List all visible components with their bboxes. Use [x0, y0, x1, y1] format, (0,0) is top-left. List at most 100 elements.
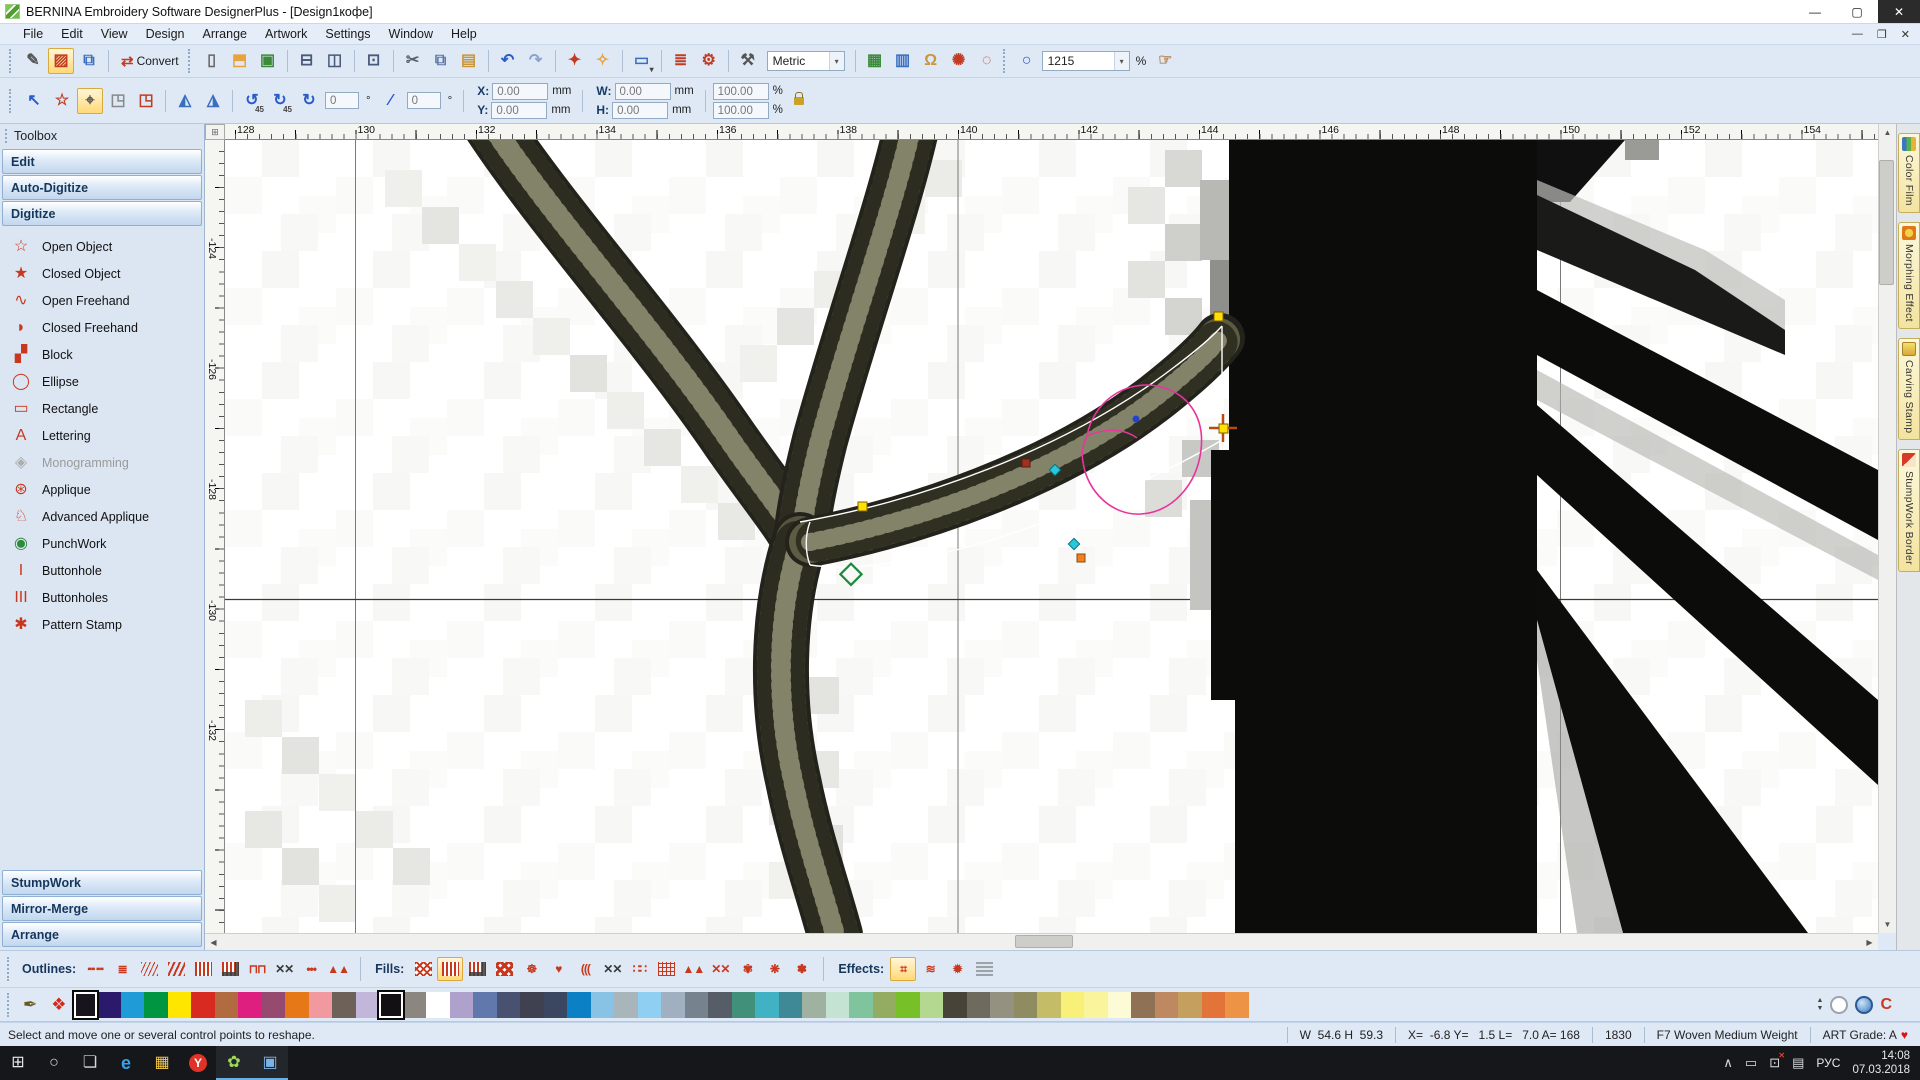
menu-item[interactable]: View	[92, 25, 137, 43]
color-swatch[interactable]	[1202, 992, 1226, 1018]
menu-item[interactable]: Arrange	[194, 25, 256, 43]
color-swatch[interactable]	[732, 992, 756, 1018]
picture-icon[interactable]: ▦	[862, 48, 888, 74]
toolbox-section-header[interactable]: Digitize	[2, 201, 202, 226]
color-swatch[interactable]	[497, 992, 521, 1018]
design-properties-icon[interactable]: ≣	[668, 48, 694, 74]
fill-ripple-icon[interactable]: ☸	[518, 957, 544, 981]
outline-single-icon[interactable]: ╍ ╍	[82, 957, 108, 981]
mdi-close-button[interactable]: ✕	[1901, 28, 1910, 41]
zoom-level-dropdown[interactable]: 1215 ▾	[1042, 51, 1130, 71]
toolbox-tool[interactable]: ▭ Rectangle	[0, 395, 204, 422]
language-indicator[interactable]: РУС	[1816, 1056, 1840, 1070]
toolbox-section-header[interactable]: StumpWork	[2, 870, 202, 895]
menu-item[interactable]: Window	[380, 25, 442, 43]
color-swatch[interactable]	[567, 992, 591, 1018]
paste-icon[interactable]: ▤	[456, 48, 482, 74]
color-swatch[interactable]	[1131, 992, 1155, 1018]
toolbox-section-header[interactable]: Edit	[2, 149, 202, 174]
paint-bucket-icon[interactable]: ❖	[51, 995, 66, 1015]
panel-tab[interactable]: StumpWork Border	[1898, 449, 1920, 572]
task-view-button[interactable]: ❏	[72, 1046, 108, 1080]
toolbar-grip[interactable]	[9, 89, 13, 113]
color-swatch[interactable]	[1037, 992, 1061, 1018]
maximize-button[interactable]: ▢	[1836, 0, 1878, 23]
new-icon[interactable]: ▯	[199, 48, 225, 74]
color-swatch[interactable]	[450, 992, 474, 1018]
fill-fancy-icon[interactable]	[491, 957, 517, 981]
fill-step-icon[interactable]	[410, 957, 436, 981]
tray-chevron-icon[interactable]: ∧	[1723, 1055, 1733, 1071]
color-swatch[interactable]	[1225, 992, 1249, 1018]
morphing-icon[interactable]: ✺	[946, 48, 972, 74]
skew-icon[interactable]: ∕	[378, 88, 404, 114]
reshape-icon[interactable]: ☆	[49, 88, 75, 114]
toolbox-tool[interactable]: ▞ Block	[0, 341, 204, 368]
color-swatch[interactable]	[1014, 992, 1038, 1018]
toolbox-tool[interactable]: ✱ Pattern Stamp	[0, 611, 204, 638]
toolbox-tool[interactable]: ☆ Open Object	[0, 233, 204, 260]
height-field[interactable]: 0.00	[612, 102, 668, 119]
rotate-cw-45-icon[interactable]: ↻45	[267, 88, 293, 114]
spinner-up-icon[interactable]: ▲	[1817, 997, 1824, 1005]
y-position-field[interactable]: 0.00	[491, 102, 547, 119]
fill-contour-icon[interactable]: (((	[572, 957, 598, 981]
outline-vine-icon[interactable]: ▲▲	[325, 957, 351, 981]
search-button[interactable]: ○	[36, 1046, 72, 1080]
scroll-up-icon[interactable]: ▲	[1879, 124, 1896, 141]
menu-item[interactable]: Edit	[52, 25, 92, 43]
toolbar-grip[interactable]	[7, 993, 11, 1017]
color-swatch[interactable]	[1108, 992, 1132, 1018]
design-overview-icon[interactable]: ⧉	[76, 48, 102, 74]
effect-wave-icon[interactable]: ≋	[917, 957, 943, 981]
toolbox-tool[interactable]: A Lettering	[0, 422, 204, 449]
outline-design-icon[interactable]: ◌	[974, 48, 1000, 74]
design-canvas[interactable]	[225, 140, 1878, 933]
copy-icon[interactable]: ⧉	[428, 48, 454, 74]
redo-icon[interactable]: ↷	[523, 48, 549, 74]
ruler-origin-button[interactable]: ⊞	[205, 124, 225, 140]
fill-candlewicking-icon[interactable]: ✕✕	[599, 957, 625, 981]
color-swatch[interactable]	[191, 992, 215, 1018]
toolbar-grip[interactable]	[7, 957, 11, 981]
toolbar-grip[interactable]	[188, 49, 192, 73]
color-swatch[interactable]	[215, 992, 239, 1018]
background-color-button[interactable]	[1830, 996, 1848, 1014]
effect-carving-stamp-icon[interactable]: ⌗	[890, 957, 916, 981]
print-preview-icon[interactable]: ◫	[322, 48, 348, 74]
horizontal-scroll-thumb[interactable]	[1015, 935, 1073, 948]
print-icon[interactable]: ⊟	[294, 48, 320, 74]
mirror-x-icon[interactable]: ◭	[172, 88, 198, 114]
slide-show-icon[interactable]: ▭▾	[629, 48, 655, 74]
color-swatch[interactable]	[826, 992, 850, 1018]
fill-swirl-2-icon[interactable]: ❋	[761, 957, 787, 981]
notifications-icon[interactable]: ▤	[1792, 1055, 1804, 1071]
color-swatch[interactable]	[849, 992, 873, 1018]
insert-design-icon[interactable]: ✦	[562, 48, 588, 74]
color-swatch[interactable]	[661, 992, 685, 1018]
insert-artwork-icon[interactable]: ✧	[590, 48, 616, 74]
chevron-down-icon[interactable]: ▾	[1114, 52, 1129, 70]
color-swatch[interactable]	[896, 992, 920, 1018]
effect-texture-icon[interactable]	[971, 957, 997, 981]
vertical-scroll-thumb[interactable]	[1879, 160, 1894, 285]
fill-net-icon[interactable]	[653, 957, 679, 981]
select-icon[interactable]: ↖	[21, 88, 47, 114]
x-position-field[interactable]: 0.00	[492, 83, 548, 100]
toolbox-tool[interactable]: ∿ Open Freehand	[0, 287, 204, 314]
width-field[interactable]: 0.00	[615, 83, 671, 100]
color-swatch[interactable]	[779, 992, 803, 1018]
color-swatch[interactable]	[309, 992, 333, 1018]
pan-hand-icon[interactable]: ☞	[1152, 48, 1178, 74]
color-swatch[interactable]	[144, 992, 168, 1018]
toolbox-tool[interactable]: ★ Closed Object	[0, 260, 204, 287]
color-swatch[interactable]	[943, 992, 967, 1018]
fill-heart-icon[interactable]: ♥	[545, 957, 571, 981]
toolbar-grip[interactable]	[9, 49, 13, 73]
color-swatch[interactable]	[920, 992, 944, 1018]
toolbox-section-header[interactable]: Arrange	[2, 922, 202, 947]
fill-cross-stitch-icon[interactable]: ✕✕	[707, 957, 733, 981]
scroll-left-icon[interactable]: ◀	[205, 934, 222, 951]
mdi-minimize-button[interactable]: —	[1852, 28, 1863, 41]
artwork-canvas-icon[interactable]: ✎	[20, 48, 46, 74]
